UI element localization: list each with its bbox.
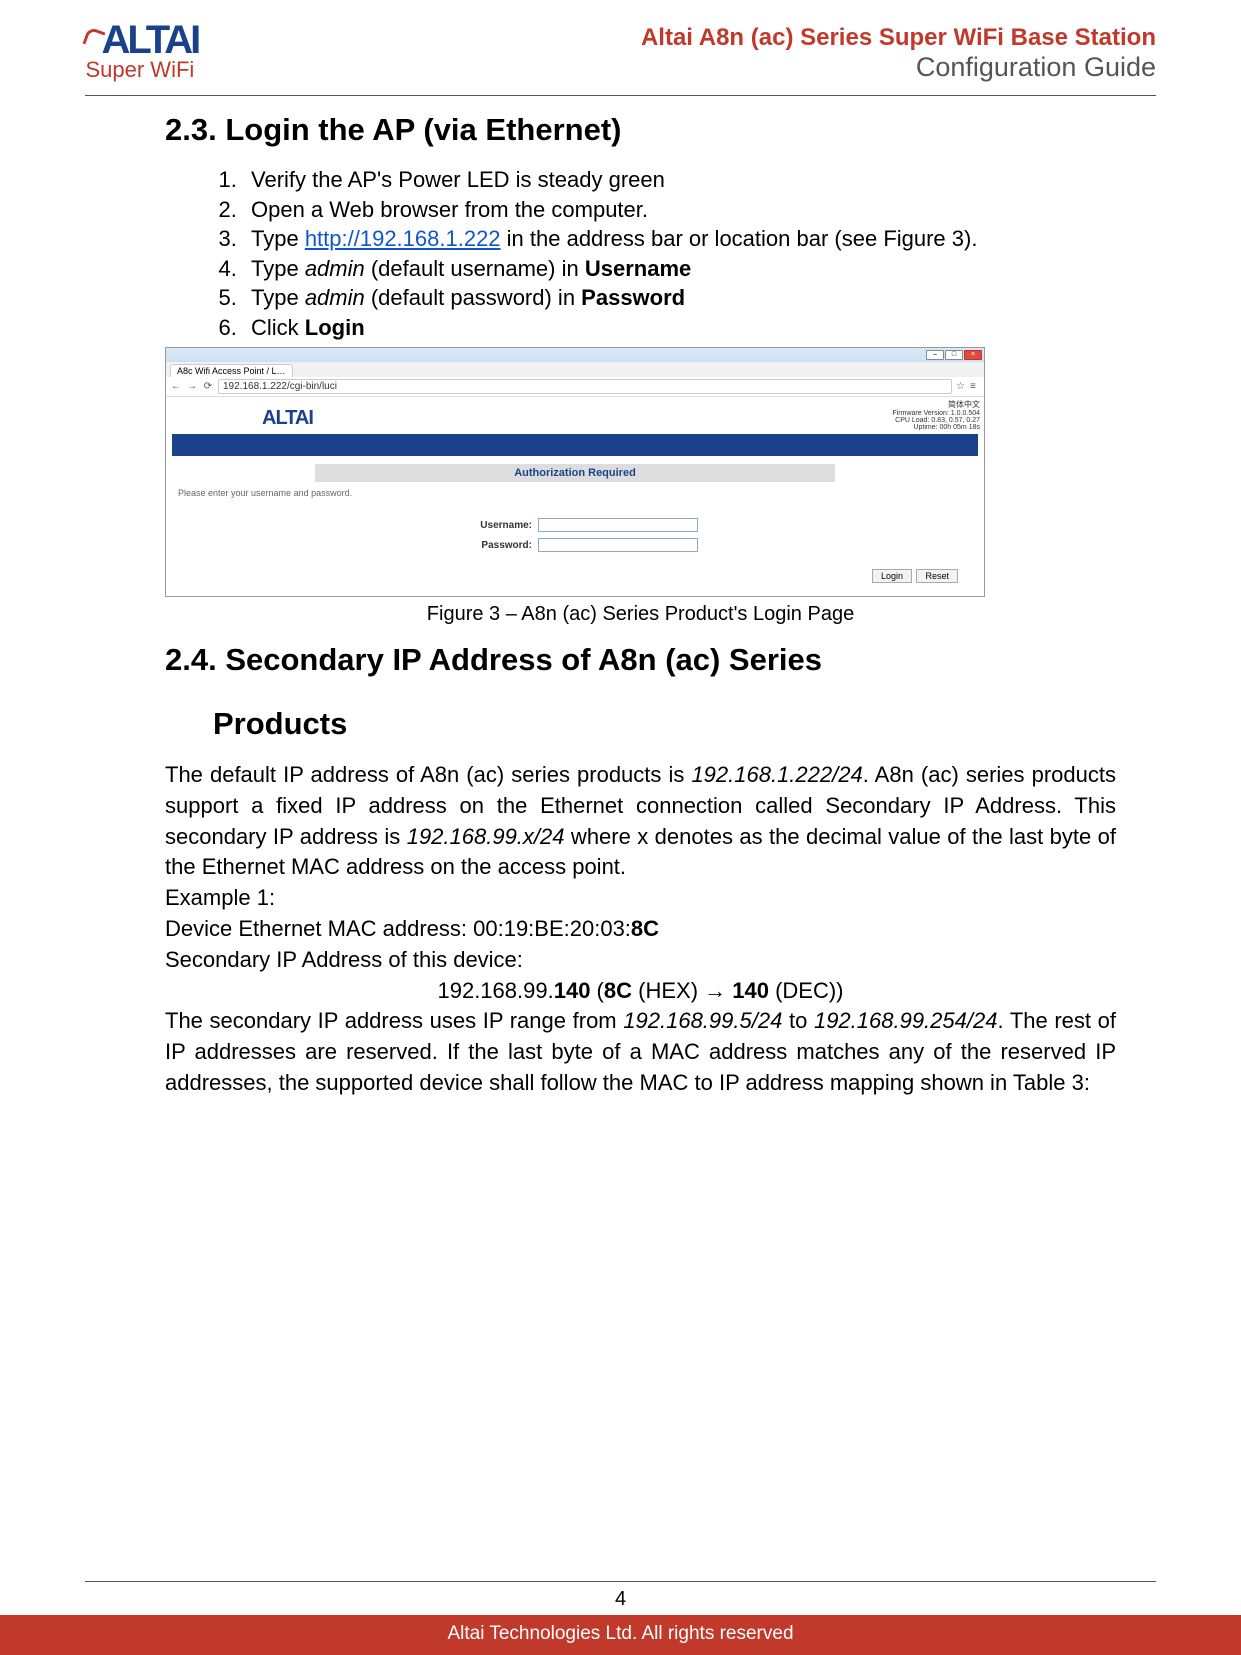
logo-text: ALTAI: [101, 18, 198, 62]
auth-box: Authorization Required: [315, 464, 835, 482]
section-2-4-heading-line2: Products: [165, 706, 1116, 742]
example-secondary-label: Secondary IP Address of this device:: [165, 945, 1116, 976]
page-footer: 4 Altai Technologies Ltd. All rights res…: [0, 1581, 1241, 1655]
doc-subtitle: Configuration Guide: [641, 52, 1156, 83]
page-number: 4: [0, 1588, 1241, 1611]
example-mac: Device Ethernet MAC address: 00:19:BE:20…: [165, 914, 1116, 945]
back-icon[interactable]: ←: [170, 381, 182, 392]
reload-icon[interactable]: ⟳: [202, 381, 214, 392]
sec24-paragraph-1: The default IP address of A8n (ac) serie…: [165, 760, 1116, 883]
section-2-4-heading-line1: 2.4. Secondary IP Address of A8n (ac) Se…: [165, 642, 1116, 678]
header-titles: Altai A8n (ac) Series Super WiFi Base St…: [641, 24, 1156, 83]
page-header: ALTAI Super WiFi Altai A8n (ac) Series S…: [85, 0, 1156, 91]
login-page-screenshot: – □ × A8c Wifi Access Point / L… ← → ⟳ 1…: [165, 347, 985, 597]
step-5: Type admin (default password) in Passwor…: [243, 284, 1116, 312]
login-buttons: Login Reset: [172, 558, 978, 590]
login-steps-list: Verify the AP's Power LED is steady gree…: [165, 166, 1116, 341]
sec24-paragraph-2: The secondary IP address uses IP range f…: [165, 1006, 1116, 1098]
logo-subtitle: Super WiFi: [85, 57, 194, 83]
footer-bar: Altai Technologies Ltd. All rights reser…: [0, 1615, 1241, 1655]
logo-block: ALTAI Super WiFi: [85, 18, 198, 83]
step-2: Open a Web browser from the computer.: [243, 196, 1116, 224]
step-6: Click Login: [243, 314, 1116, 342]
uptime: Uptime: 00h 05m 18s: [892, 424, 980, 431]
doc-title: Altai A8n (ac) Series Super WiFi Base St…: [641, 24, 1156, 52]
username-label: Username:: [452, 520, 532, 531]
bookmark-icon[interactable]: ☆: [956, 381, 966, 392]
auth-title: Authorization Required: [316, 465, 834, 481]
ap-url-link[interactable]: http://192.168.1.222: [305, 226, 501, 251]
inner-navbar: [172, 434, 978, 456]
password-label: Password:: [452, 540, 532, 551]
browser-addressbar: ← → ⟳ 192.168.1.222/cgi-bin/luci ☆ ≡: [166, 377, 984, 397]
step-1: Verify the AP's Power LED is steady gree…: [243, 166, 1116, 194]
window-maximize-icon[interactable]: □: [945, 350, 963, 360]
step-3-pre: Type: [251, 226, 305, 251]
menu-icon[interactable]: ≡: [970, 381, 980, 392]
login-button[interactable]: Login: [872, 569, 912, 583]
password-row: Password:: [172, 538, 978, 552]
username-input[interactable]: [538, 518, 698, 532]
content-body: 2.3. Login the AP (via Ethernet) Verify …: [85, 112, 1156, 1099]
system-info: 简体中文 Firmware Version: 1.0.0.504 CPU Loa…: [888, 397, 984, 433]
header-divider: [85, 95, 1156, 96]
login-page-body: 简体中文 Firmware Version: 1.0.0.504 CPU Loa…: [166, 397, 984, 596]
browser-tab[interactable]: A8c Wifi Access Point / L…: [170, 364, 293, 377]
step-4: Type admin (default username) in Usernam…: [243, 255, 1116, 283]
window-chrome: – □ ×: [166, 348, 984, 362]
step-3-post: in the address bar or location bar (see …: [501, 226, 978, 251]
window-minimize-icon[interactable]: –: [926, 350, 944, 360]
cpu-load: CPU Load: 0.83, 0.57, 0.27: [892, 417, 980, 424]
forward-icon[interactable]: →: [186, 381, 198, 392]
language-link[interactable]: 简体中文: [892, 399, 980, 410]
example-calculation: 192.168.99.140 (8C (HEX) → 140 (DEC)): [165, 976, 1116, 1007]
example-label: Example 1:: [165, 883, 1116, 914]
url-field[interactable]: 192.168.1.222/cgi-bin/luci: [218, 379, 952, 394]
figure-3-caption: Figure 3 – A8n (ac) Series Product's Log…: [165, 603, 1116, 626]
section-2-3-heading: 2.3. Login the AP (via Ethernet): [165, 112, 1116, 148]
username-row: Username:: [172, 518, 978, 532]
reset-button[interactable]: Reset: [916, 569, 958, 583]
window-close-icon[interactable]: ×: [964, 350, 982, 360]
browser-tabbar: A8c Wifi Access Point / L…: [166, 362, 984, 377]
footer-divider: [85, 1581, 1156, 1582]
step-3: Type http://192.168.1.222 in the address…: [243, 225, 1116, 253]
auth-instruction: Please enter your username and password.: [172, 482, 978, 518]
firmware-version: Firmware Version: 1.0.0.504: [892, 410, 980, 417]
password-input[interactable]: [538, 538, 698, 552]
inner-altai-logo: ALTAI: [172, 401, 978, 432]
